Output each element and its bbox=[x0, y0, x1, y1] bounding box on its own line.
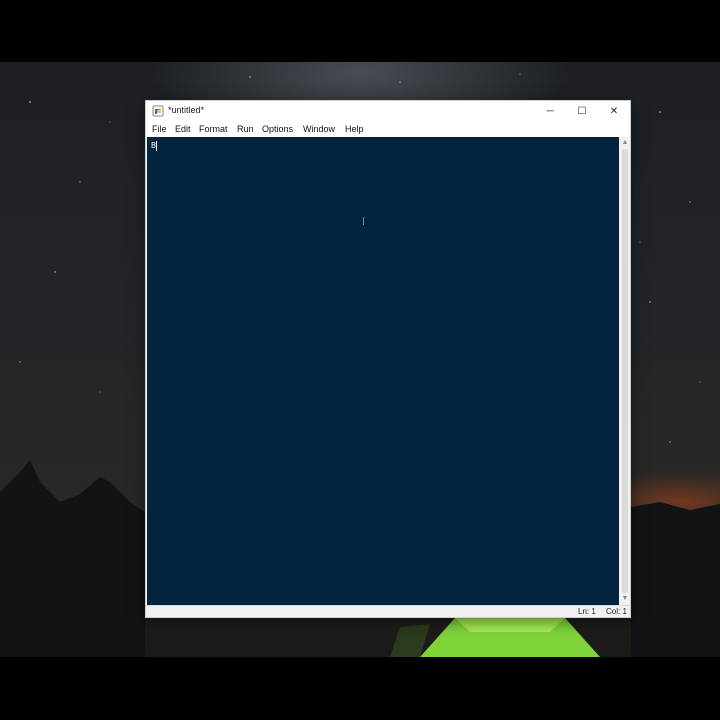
minimize-icon: ─ bbox=[546, 105, 554, 117]
window-title: *untitled* bbox=[168, 105, 205, 115]
letterbox-top bbox=[0, 0, 720, 62]
ibeam-cursor-icon bbox=[363, 217, 364, 225]
menu-options[interactable]: Options bbox=[262, 124, 293, 134]
menu-format[interactable]: Format bbox=[199, 124, 228, 134]
code-editor[interactable]: B bbox=[147, 137, 619, 605]
title-bar[interactable]: *untitled* ─ ☐ ✕ bbox=[146, 101, 630, 121]
close-button[interactable]: ✕ bbox=[598, 101, 630, 121]
menu-window[interactable]: Window bbox=[303, 124, 335, 134]
minimize-button[interactable]: ─ bbox=[534, 101, 566, 121]
menu-edit[interactable]: Edit bbox=[175, 124, 191, 134]
menu-bar: File Edit Format Run Options Window Help bbox=[146, 121, 630, 137]
menu-file[interactable]: File bbox=[152, 124, 167, 134]
idle-editor-window: *untitled* ─ ☐ ✕ File Edit Format Run Op… bbox=[145, 100, 631, 618]
letterbox-bottom bbox=[0, 657, 720, 720]
maximize-icon: ☐ bbox=[577, 105, 587, 117]
status-line: Ln: 1 bbox=[578, 607, 596, 616]
python-idle-icon bbox=[152, 105, 164, 117]
scroll-down-icon[interactable]: ▼ bbox=[620, 595, 630, 603]
maximize-button[interactable]: ☐ bbox=[566, 101, 598, 121]
status-bar: Ln: 1 Col: 1 bbox=[146, 605, 630, 617]
vertical-scrollbar[interactable]: ▲ ▼ bbox=[620, 137, 630, 605]
menu-run[interactable]: Run bbox=[237, 124, 254, 134]
close-icon: ✕ bbox=[609, 105, 619, 117]
text-caret bbox=[156, 141, 157, 151]
status-column: Col: 1 bbox=[606, 607, 627, 616]
menu-help[interactable]: Help bbox=[345, 124, 364, 134]
scroll-up-icon[interactable]: ▲ bbox=[620, 139, 630, 147]
scrollbar-thumb[interactable] bbox=[622, 149, 628, 593]
